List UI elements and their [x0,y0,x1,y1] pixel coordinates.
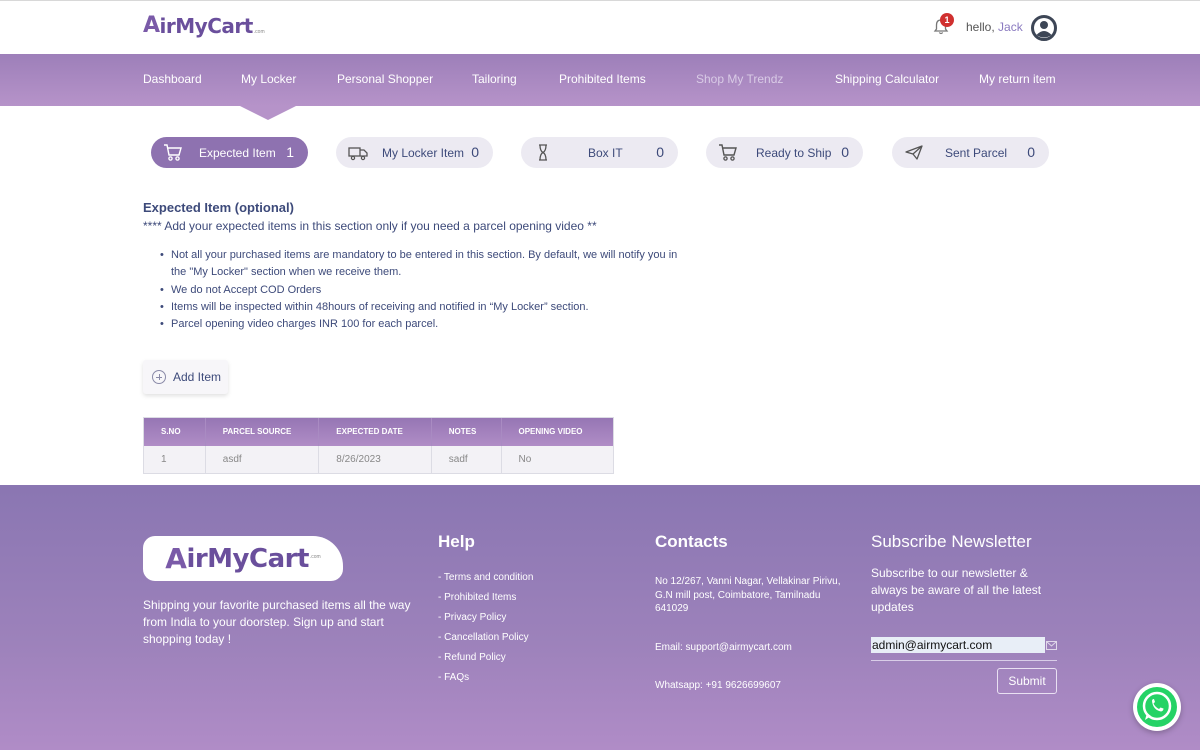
newsletter-heading: Subscribe Newsletter [871,532,1032,551]
footer-link-terms[interactable]: - Terms and condition [438,568,533,588]
column-header[interactable]: EXPECTED DATE [319,418,432,446]
send-icon [905,145,923,160]
avatar[interactable] [1031,15,1057,41]
table-cell: 1 [144,446,206,473]
nav-tailoring[interactable]: Tailoring [472,72,517,86]
section-subtitle: **** Add your expected items in this sec… [143,219,597,233]
newsletter-text: Subscribe to our newsletter & always be … [871,566,1042,614]
username-link[interactable]: Jack [998,20,1023,34]
nav-shop-my-trendz[interactable]: Shop My Trendz [696,72,783,86]
nav-shipping-calculator[interactable]: Shipping Calculator [835,72,939,86]
add-item-button[interactable]: Add Item [143,360,228,394]
cart-icon [164,144,182,161]
column-header[interactable]: S.NO [144,418,206,446]
footer-logo[interactable]: AirMyCart .com [143,536,343,581]
table-cell: No [518,454,532,465]
footer-tagline: Shipping your favorite purchased items a… [143,598,411,646]
nav-personal-shopper[interactable]: Personal Shopper [337,72,433,86]
nav-dashboard[interactable]: Dashboard [143,72,202,86]
list-item: We do not Accept COD Orders [160,282,680,300]
contact-email[interactable]: Email: support@airmycart.com [655,642,792,653]
contacts-heading: Contacts [655,532,728,551]
section-title: Expected Item (optional) [143,200,294,215]
table-cell: sadf [432,446,502,473]
user-icon [1034,18,1054,38]
cart-icon [719,144,737,161]
list-item: Items will be inspected within 48hours o… [160,299,680,317]
truck-icon [348,147,368,161]
nav-active-pointer [240,106,296,120]
whatsapp-icon [1137,687,1177,727]
whatsapp-button[interactable] [1133,683,1181,731]
tab-ready-to-ship[interactable]: Ready to Ship 0 [706,137,863,168]
newsletter-underline [871,660,1057,661]
contact-address: No 12/267, Vanni Nagar, Vellakinar Piriv… [655,576,841,614]
table-row[interactable]: 1 asdf 8/26/2023 sadf No [144,446,613,473]
tab-my-locker-item[interactable]: My Locker Item 0 [336,137,493,168]
footer-link-prohibited[interactable]: - Prohibited Items [438,588,533,608]
top-header: AirMyCart .com 1 hello, Jack [0,0,1200,54]
help-links: - Terms and condition - Prohibited Items… [438,568,533,688]
table-cell: asdf [206,446,320,473]
tab-expected-item[interactable]: Expected Item 1 [151,137,308,168]
info-list: Not all your purchased items are mandato… [160,247,680,334]
list-item: Parcel opening video charges INR 100 for… [160,316,680,334]
table-header: S.NO PARCEL SOURCE EXPECTED DATE NOTES O… [144,418,613,446]
notification-badge: 1 [940,13,954,27]
main-nav: Dashboard My Locker Personal Shopper Tai… [0,54,1200,106]
help-heading: Help [438,532,475,551]
mail-icon [1046,641,1057,650]
column-header[interactable]: PARCEL SOURCE [206,418,320,446]
column-header[interactable]: NOTES [432,418,502,446]
tab-box-it[interactable]: Box IT 0 [521,137,678,168]
table-cell: 8/26/2023 [319,446,432,473]
tab-sent-parcel[interactable]: Sent Parcel 0 [892,137,1049,168]
column-header[interactable]: OPENING VIDEO [502,418,614,446]
newsletter-email-input[interactable] [871,637,1045,653]
footer: AirMyCart .com Shipping your favorite pur… [0,485,1200,750]
hourglass-icon [539,144,547,161]
footer-link-privacy[interactable]: - Privacy Policy [438,608,533,628]
nav-my-locker[interactable]: My Locker [241,72,296,86]
footer-link-cancellation[interactable]: - Cancellation Policy [438,628,533,648]
submit-button[interactable]: Submit [997,668,1057,694]
expected-items-table: S.NO PARCEL SOURCE EXPECTED DATE NOTES O… [143,417,614,474]
nav-my-return-item[interactable]: My return item [979,72,1056,86]
footer-link-refund[interactable]: - Refund Policy [438,648,533,668]
plus-circle-icon [152,370,166,384]
list-item: Not all your purchased items are mandato… [160,247,680,282]
footer-link-faqs[interactable]: - FAQs [438,668,533,688]
greeting: hello, Jack [966,20,1023,34]
contact-whatsapp[interactable]: Whatsapp: +91 9626699607 [655,680,781,691]
logo[interactable]: AirMyCart .com [143,13,265,38]
nav-prohibited-items[interactable]: Prohibited Items [559,72,646,86]
